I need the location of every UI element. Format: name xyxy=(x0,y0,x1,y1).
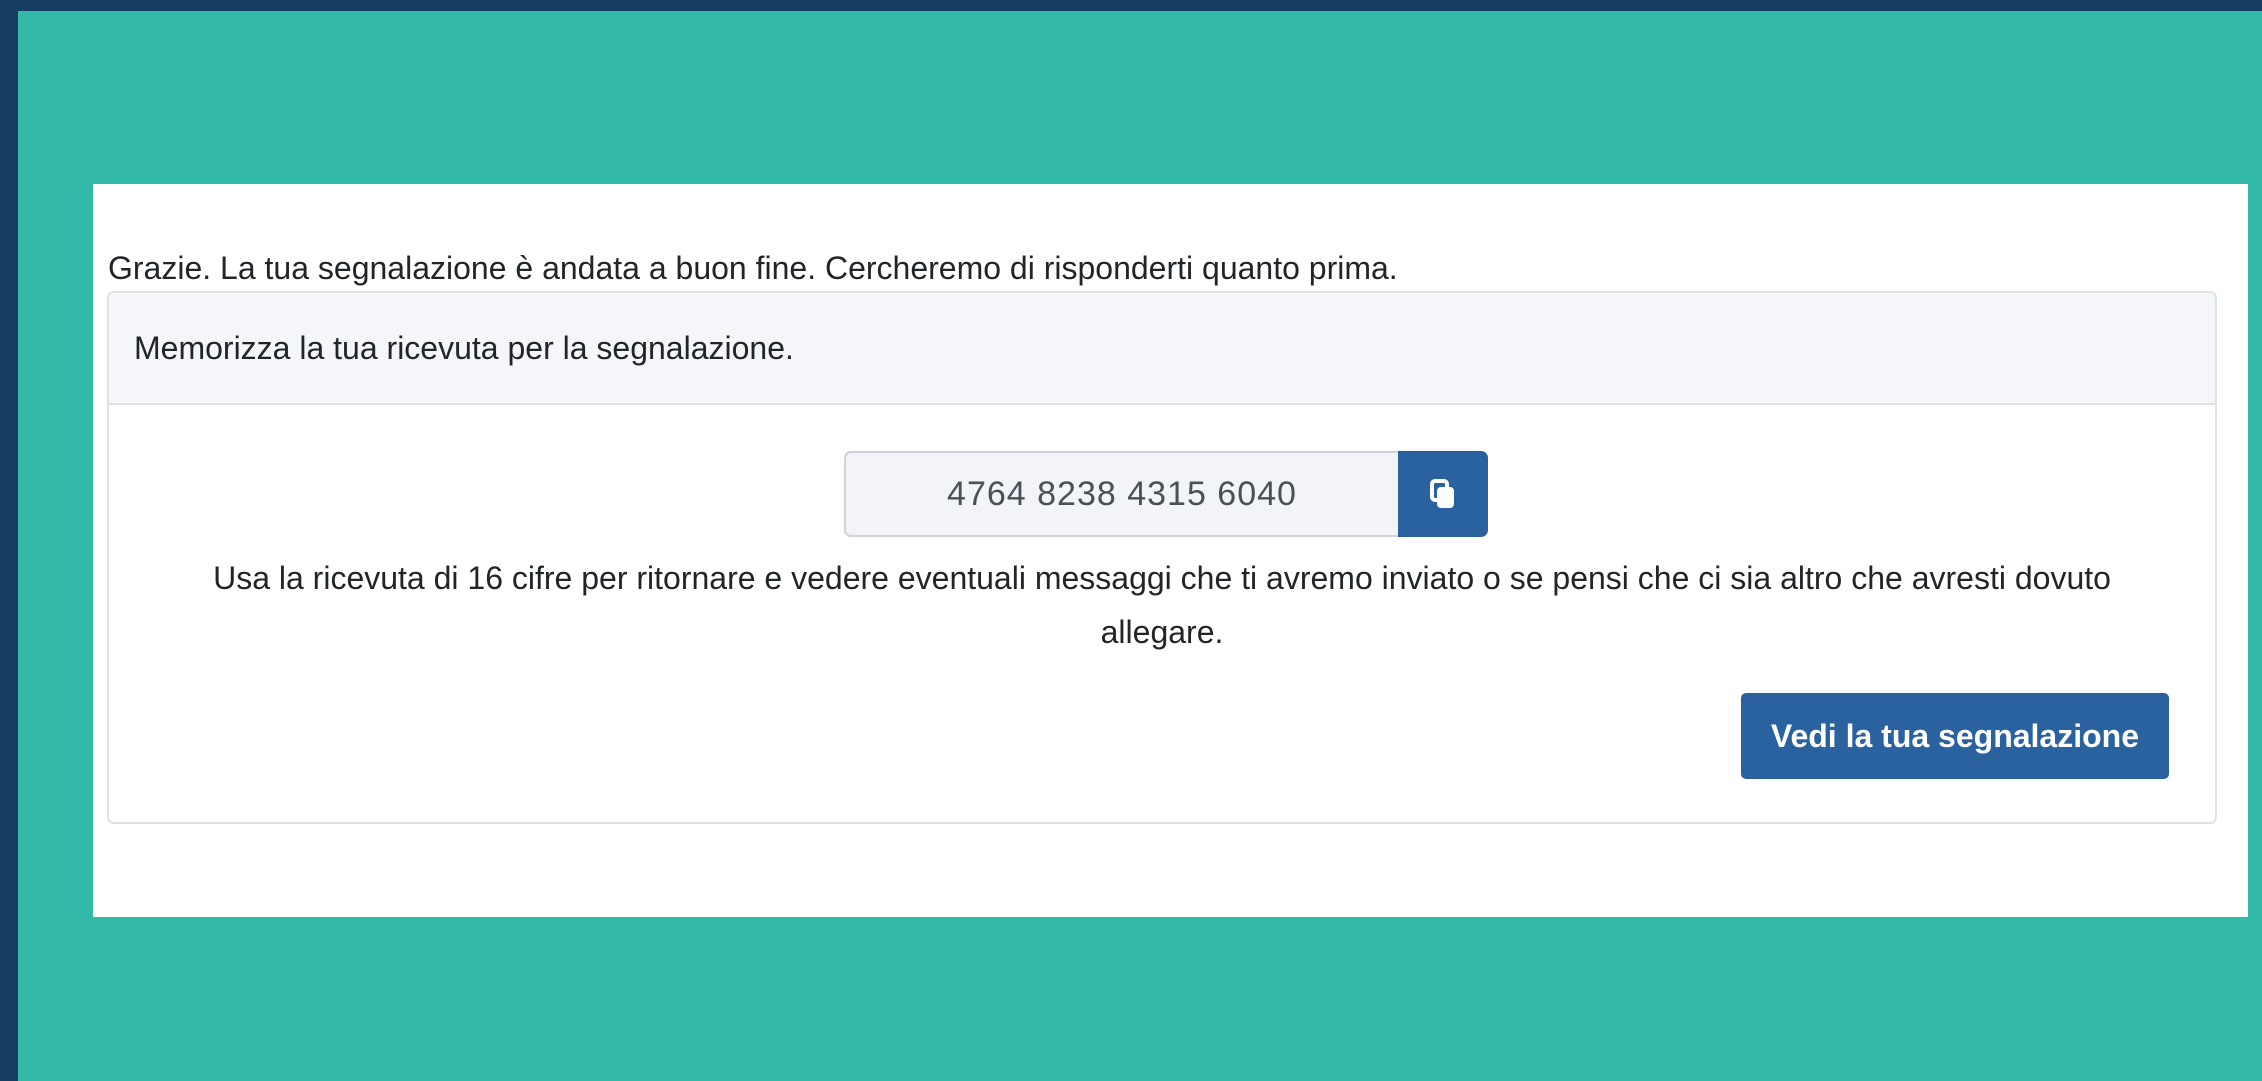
view-report-button[interactable]: Vedi la tua segnalazione xyxy=(1740,693,2169,779)
receipt-number-field[interactable]: 4764 8238 4315 6040 xyxy=(844,451,1398,537)
receipt-card: Memorizza la tua ricevuta per la segnala… xyxy=(107,291,2217,824)
copy-receipt-button[interactable] xyxy=(1398,451,1488,537)
receipt-instructions: Usa la ricevuta di 16 cifre per ritornar… xyxy=(213,560,2111,650)
confirmation-message: Grazie. La tua segnalazione è andata a b… xyxy=(108,250,1398,286)
receipt-card-header: Memorizza la tua ricevuta per la segnala… xyxy=(109,293,2215,405)
receipt-input-group: 4764 8238 4315 6040 xyxy=(844,451,1488,537)
copy-icon xyxy=(1430,479,1456,509)
